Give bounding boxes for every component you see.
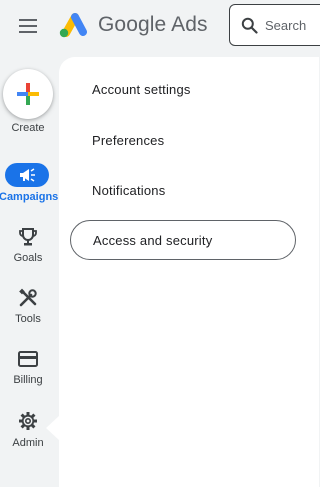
credit-card-icon (18, 351, 38, 367)
tools-icon (19, 288, 37, 307)
product-name: Google Ads (98, 13, 208, 36)
nav-item-billing[interactable]: Billing (0, 346, 58, 402)
search-label: Search (265, 17, 307, 33)
menu-item-preferences[interactable]: Preferences (70, 120, 296, 160)
create-button[interactable] (3, 69, 53, 119)
gear-icon (19, 412, 37, 430)
nav-item-campaigns[interactable]: Campaigns (0, 163, 58, 219)
main-menu-button[interactable] (14, 12, 42, 40)
menu-item-account-settings[interactable]: Account settings (70, 69, 296, 109)
admin-menu-panel: Account settings Preferences Notificatio… (59, 57, 319, 487)
search-icon (241, 17, 258, 34)
megaphone-icon (20, 168, 35, 182)
nav-item-tools[interactable]: Tools (0, 285, 58, 341)
trophy-icon (19, 228, 37, 246)
google-ads-logo[interactable] (58, 11, 88, 39)
goals-label: Goals (13, 252, 43, 264)
campaigns-active-indicator (5, 163, 49, 187)
campaigns-label: Campaigns (0, 191, 59, 203)
search-box[interactable]: Search (229, 4, 320, 46)
billing-label: Billing (13, 374, 43, 386)
create-label: Create (11, 122, 45, 134)
menu-item-access-and-security[interactable]: Access and security (70, 220, 296, 260)
menu-item-notifications[interactable]: Notifications (70, 170, 296, 210)
navigation-rail: Create Campaigns Goals Tools Billing Adm… (0, 52, 60, 480)
hamburger-menu-icon (19, 19, 37, 33)
nav-item-goals[interactable]: Goals (0, 224, 58, 280)
plus-multicolor-icon (17, 83, 39, 105)
top-app-bar: Google Ads Search (0, 0, 320, 52)
tools-label: Tools (15, 313, 41, 325)
admin-flyout-pointer (46, 415, 60, 441)
